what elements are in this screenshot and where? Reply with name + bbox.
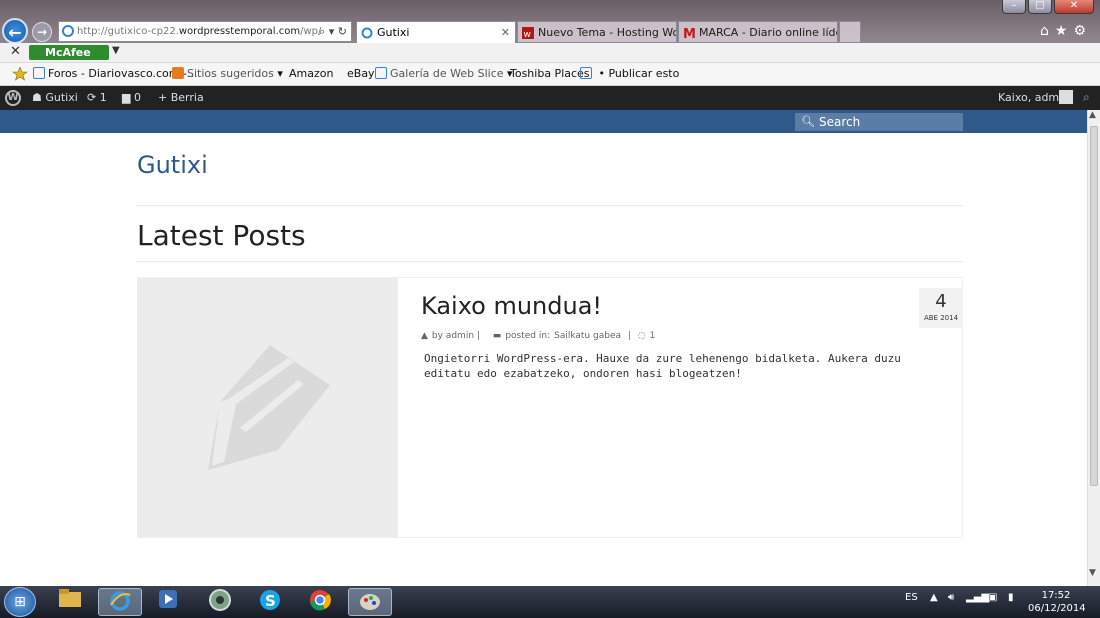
favorites-star-icon[interactable] [12, 66, 28, 84]
volume-icon[interactable]: 🔊︎ [948, 592, 954, 603]
paint-taskbar-icon[interactable] [348, 588, 392, 616]
forward-button[interactable]: → [32, 22, 52, 42]
post-category-prefix: posted in: [505, 331, 551, 341]
scroll-down-icon[interactable]: ▼ [1089, 568, 1096, 578]
minimize-button[interactable]: – [1002, 0, 1026, 14]
window-controls: – □ ✕ [1000, 0, 1094, 14]
author-icon: ▲ [421, 331, 428, 341]
admin-comments[interactable]: ▆ 0 [122, 91, 141, 104]
chevron-down-icon[interactable]: ▼ [112, 45, 120, 56]
tab-marca[interactable]: M MARCA - Diario online líder en... [678, 21, 838, 43]
search-icon: 🔍︎ [801, 115, 815, 128]
favorite-publicar-esto[interactable]: • Publicar esto [580, 67, 679, 80]
dashboard-icon: ☗ [32, 91, 42, 104]
disc-app-taskbar-icon[interactable] [198, 588, 242, 616]
home-favorites-tools-icons[interactable]: ⌂★⚙ [1040, 23, 1092, 39]
admin-updates[interactable]: ⟳ 1 [87, 91, 107, 104]
comment-icon: ▆ [122, 91, 131, 104]
favorites-bar: Foros - Diariovasco.com -... Sitios suge… [0, 63, 1100, 86]
site-title[interactable]: Gutixi [137, 151, 208, 179]
ie-page-icon [62, 25, 74, 37]
skype-taskbar-icon[interactable]: S [248, 588, 292, 616]
address-bar[interactable]: http://gutixico-cp22.wordpresstemporal.c… [58, 21, 352, 42]
vertical-scrollbar[interactable]: ▲ ▼ [1087, 110, 1100, 586]
favorite-web-slice[interactable]: Galería de Web Slice ▾ [375, 67, 513, 80]
ie-tab-icon [361, 27, 373, 39]
divider [137, 261, 963, 262]
pencil-icon [208, 345, 330, 470]
wordpress-logo-icon[interactable]: W [5, 90, 21, 106]
marca-favicon-icon: M [683, 27, 695, 39]
admin-site-name[interactable]: ☗ Gutixi [32, 91, 78, 104]
post-thumbnail-placeholder[interactable] [138, 278, 398, 537]
show-hidden-icons-icon[interactable]: ▲ [930, 592, 938, 603]
comments-icon: ◌ [637, 331, 646, 341]
close-toolbar-icon[interactable]: ✕ [10, 44, 21, 59]
battery-icon[interactable]: ▮ [1008, 592, 1014, 603]
internet-explorer-taskbar-icon[interactable] [98, 588, 142, 616]
hosting-favicon-icon: w [522, 27, 534, 39]
post-date-badge: 4 ABE 2014 [919, 288, 963, 328]
folder-icon: ▬ [492, 331, 502, 341]
svg-text:M: M [683, 27, 695, 39]
avatar[interactable] [1059, 90, 1073, 104]
start-button[interactable]: ⊞ [4, 587, 36, 617]
favorite-sitios-sugeridos[interactable]: Sitios sugeridos ▾ [172, 67, 283, 80]
plus-icon: + [158, 91, 168, 104]
favorite-toshiba-places[interactable]: Toshiba Places [510, 67, 590, 80]
post-date-day: 4 [935, 291, 947, 312]
favorite-ebay[interactable]: eBay [347, 67, 375, 80]
admin-new-content[interactable]: + Berria [158, 91, 204, 104]
page-title: Latest Posts [137, 219, 306, 252]
search-input[interactable]: 🔍︎ Search [795, 113, 963, 131]
tab-close-icon[interactable]: ✕ [501, 22, 510, 43]
explorer-taskbar-icon[interactable] [48, 588, 92, 616]
maximize-button[interactable]: □ [1028, 0, 1052, 14]
post-title-link[interactable]: Kaixo mundua! [421, 292, 602, 320]
favorite-amazon[interactable]: Amazon [289, 67, 333, 80]
language-indicator[interactable]: ES [905, 592, 918, 603]
post-meta: ▲ by admin | ▬ posted in: Sailkatu gabea | … [421, 331, 656, 341]
post-author[interactable]: by admin | [432, 331, 480, 341]
network-icon[interactable]: ▂▄▆ [966, 592, 989, 603]
svg-text:w: w [524, 30, 531, 39]
close-window-button[interactable]: ✕ [1054, 0, 1094, 14]
post-comments-count[interactable]: 1 [650, 331, 656, 341]
post-category[interactable]: Sailkatu gabea [554, 331, 621, 341]
chrome-taskbar-icon[interactable] [298, 588, 342, 616]
address-search-icon[interactable]: ⌕ ▾ ↻ [319, 22, 347, 41]
media-player-taskbar-icon[interactable] [146, 588, 190, 616]
back-button[interactable]: ← [2, 18, 28, 44]
mcafee-button[interactable]: McAfee [29, 45, 109, 60]
search-icon[interactable]: ⌕ [1083, 90, 1090, 105]
site-header-bar: 🔍︎ Search [0, 110, 1087, 133]
divider [137, 205, 963, 206]
new-tab-button[interactable] [839, 21, 861, 43]
wp-admin-bar: W ☗ Gutixi ⟳ 1 ▆ 0 + Berria Kaixo, admin… [0, 86, 1100, 110]
scrollbar-thumb[interactable] [1090, 126, 1098, 486]
scroll-up-icon[interactable]: ▲ [1089, 110, 1096, 120]
svg-text:S: S [265, 592, 276, 610]
updates-icon: ⟳ [87, 91, 97, 104]
command-bar: ✕ McAfee ▼ [0, 43, 1100, 63]
system-clock[interactable]: 17:52 06/12/2014 [1028, 589, 1086, 615]
tab-gutixi[interactable]: Gutixi ✕ [356, 21, 516, 43]
tab-hosting[interactable]: w Nuevo Tema - Hosting WordP... [517, 21, 677, 43]
post-date-month: ABE 2014 [923, 314, 959, 322]
action-center-icon[interactable]: ▣ [988, 592, 997, 603]
post-excerpt: Ongietorri WordPress-era. Hauxe da zure … [424, 352, 901, 380]
post-card: Kaixo mundua! ▲ by admin | ▬ posted in: Sai… [137, 277, 963, 538]
windows-taskbar: ⊞ S ES ▲ 🔊︎ ▂▄▆ ▣ ▮ 17:52 06/12/2014 [0, 586, 1100, 618]
